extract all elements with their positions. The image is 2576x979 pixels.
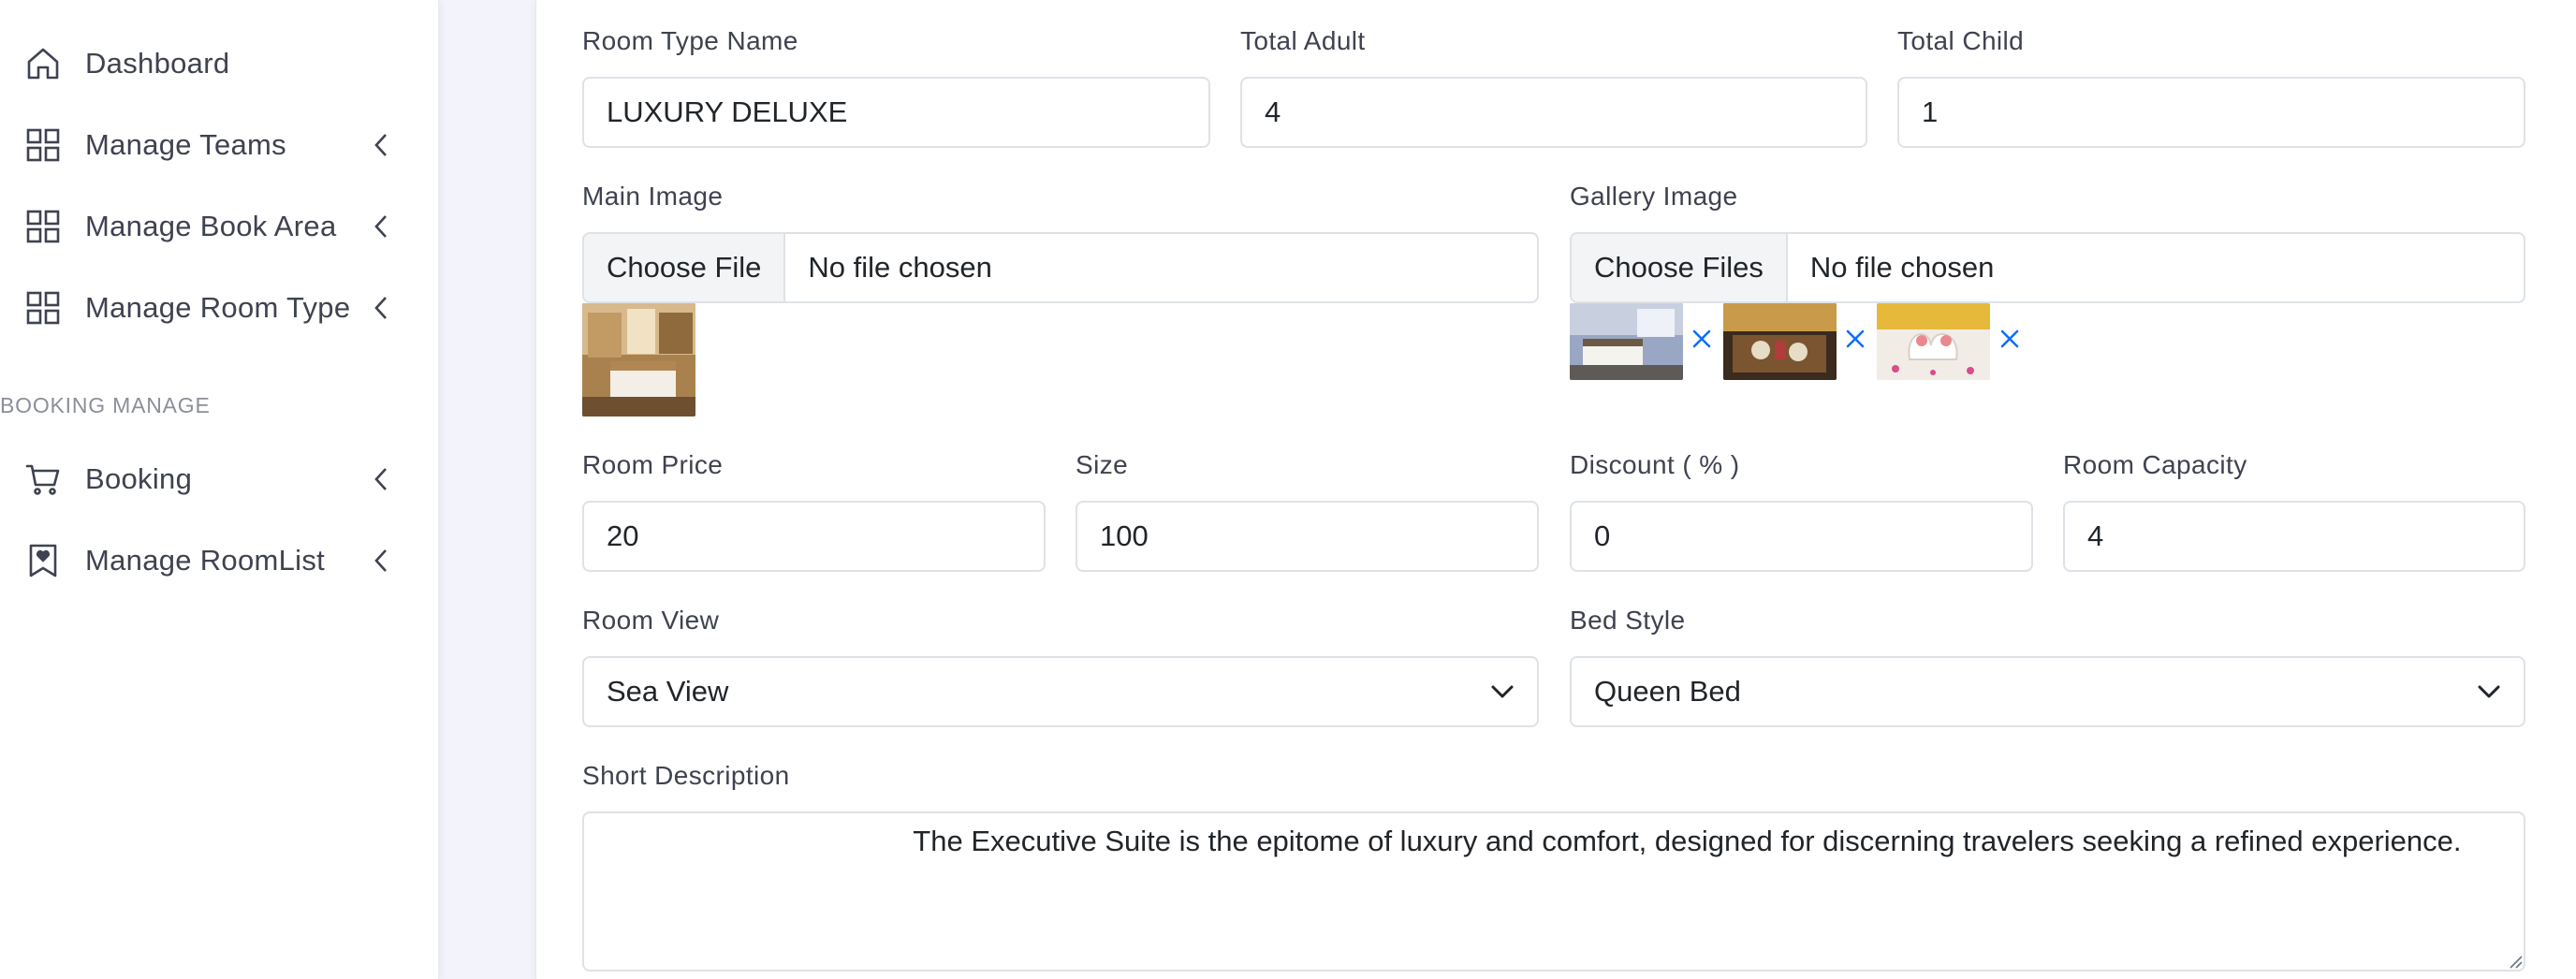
main-image-preview xyxy=(582,303,695,416)
chevron-down-icon xyxy=(2478,685,2500,698)
short-description-textarea[interactable]: The Executive Suite is the epitome of lu… xyxy=(582,811,2525,972)
bed-style-selected: Queen Bed xyxy=(1594,675,1741,708)
choose-file-button[interactable]: Choose File xyxy=(584,234,786,301)
cart-icon xyxy=(25,464,60,495)
sidebar-item-label: Manage Book Area xyxy=(85,210,337,242)
main-image-status: No file chosen xyxy=(808,251,992,284)
total-child-input[interactable]: 1 xyxy=(1897,77,2525,148)
grid-icon xyxy=(26,291,60,325)
sidebar-section-label: BOOKING MANAGE xyxy=(0,393,211,417)
gallery-image-thumbnail xyxy=(1570,303,1683,380)
bed-style-select[interactable]: Queen Bed xyxy=(1570,656,2525,727)
resize-handle-icon[interactable] xyxy=(2509,955,2524,970)
sidebar-item-manage-teams[interactable]: Manage Teams xyxy=(0,112,412,178)
sidebar-item-manage-room-type[interactable]: Manage Room Type xyxy=(0,275,412,341)
gallery-image-file-input[interactable]: Choose Files No file chosen xyxy=(1570,232,2525,303)
total-adult-label: Total Adult xyxy=(1240,26,1366,55)
chevron-down-icon xyxy=(1491,685,1514,698)
home-icon xyxy=(27,48,59,80)
room-view-label: Room View xyxy=(582,606,720,635)
sidebar-item-label: Manage Room Type xyxy=(85,291,351,324)
room-type-name-label: Room Type Name xyxy=(582,26,798,55)
remove-gallery-image-icon[interactable] xyxy=(1998,327,2022,351)
gallery-image-label: Gallery Image xyxy=(1570,182,1738,211)
sidebar-item-label: Manage Teams xyxy=(85,128,286,161)
total-child-label: Total Child xyxy=(1897,26,2025,55)
sidebar-item-label: Manage RoomList xyxy=(85,544,326,577)
gallery-image-thumbnail xyxy=(1723,303,1837,380)
room-price-label: Room Price xyxy=(582,450,724,479)
total-adult-input[interactable]: 4 xyxy=(1240,77,1867,148)
bed-style-label: Bed Style xyxy=(1570,606,1686,635)
main-image-label: Main Image xyxy=(582,182,724,211)
bookmark-heart-icon xyxy=(29,544,57,577)
sidebar-item-manage-roomlist[interactable]: Manage RoomList xyxy=(0,528,412,593)
remove-gallery-image-icon[interactable] xyxy=(1690,327,1714,351)
room-capacity-input[interactable]: 4 xyxy=(2063,501,2525,572)
sidebar-item-label: Dashboard xyxy=(85,47,230,80)
grid-icon xyxy=(26,210,60,243)
chevron-left-icon xyxy=(374,215,387,238)
room-view-select[interactable]: Sea View xyxy=(582,656,1539,727)
room-view-selected: Sea View xyxy=(607,675,729,708)
main-image-file-input[interactable]: Choose File No file chosen xyxy=(582,232,1539,303)
discount-input[interactable]: 0 xyxy=(1570,501,2033,572)
short-description-label: Short Description xyxy=(582,761,790,790)
sidebar-item-label: Booking xyxy=(85,462,193,495)
sidebar-item-booking[interactable]: Booking xyxy=(0,446,412,512)
sidebar-item-manage-book-area[interactable]: Manage Book Area xyxy=(0,194,412,259)
chevron-left-icon xyxy=(374,549,387,572)
chevron-left-icon xyxy=(374,297,387,319)
size-label: Size xyxy=(1076,450,1129,479)
sidebar: Dashboard Manage Teams Manage Book Area … xyxy=(0,0,439,979)
chevron-left-icon xyxy=(374,134,387,156)
room-price-input[interactable]: 20 xyxy=(582,501,1046,572)
room-capacity-label: Room Capacity xyxy=(2063,450,2247,479)
room-type-name-input[interactable]: LUXURY DELUXE xyxy=(582,77,1210,148)
size-input[interactable]: 100 xyxy=(1076,501,1539,572)
grid-icon xyxy=(26,128,60,162)
discount-label: Discount ( % ) xyxy=(1570,450,1740,479)
remove-gallery-image-icon[interactable] xyxy=(1843,327,1867,351)
chevron-left-icon xyxy=(374,468,387,490)
sidebar-item-dashboard[interactable]: Dashboard xyxy=(0,31,412,96)
gallery-image-status: No file chosen xyxy=(1809,251,1995,284)
gallery-image-thumbnail xyxy=(1877,303,1990,380)
choose-files-button[interactable]: Choose Files xyxy=(1572,234,1788,301)
